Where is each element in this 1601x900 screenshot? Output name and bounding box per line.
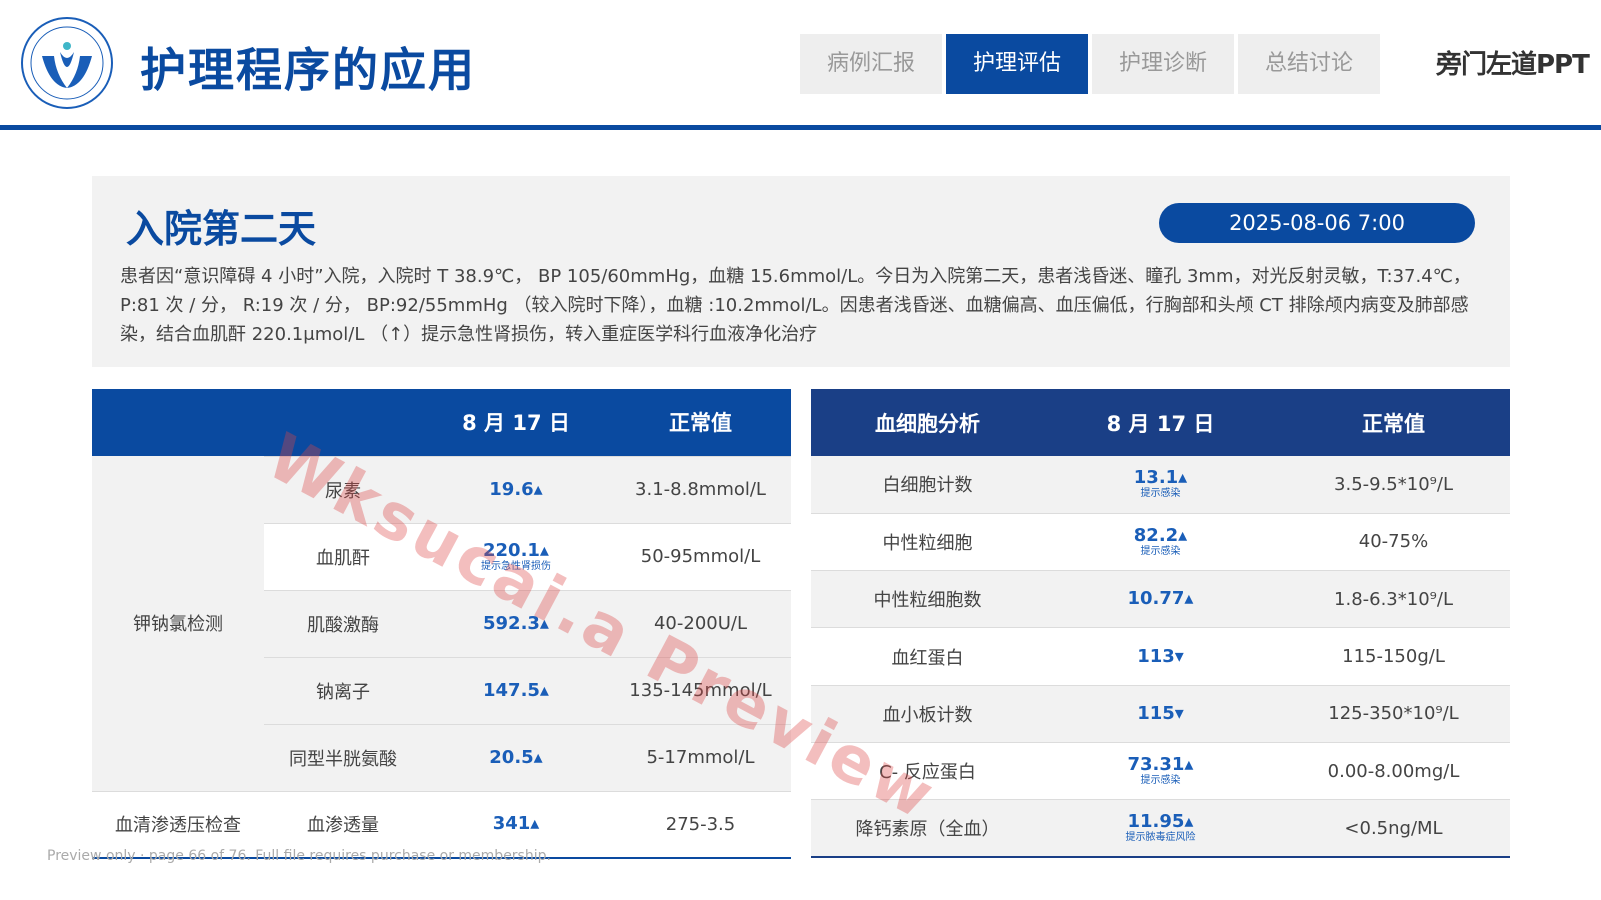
item-value: 82.2▴ xyxy=(1133,524,1188,546)
item-value: 115▾ xyxy=(1137,702,1184,724)
item-value-cell: 147.5▴ xyxy=(422,656,610,724)
item-normal: 1.8-6.3*10⁹/L xyxy=(1277,570,1510,629)
table-header xyxy=(264,389,422,456)
item-name: 中性粒细胞数 xyxy=(811,570,1044,629)
item-value: 20.5▴ xyxy=(489,746,543,768)
item-value: 592.3▴ xyxy=(483,612,549,634)
info-panel: 入院第二天 2025-08-06 7:00 患者因“意识障碍 4 小时”入院，入… xyxy=(92,176,1510,367)
item-name: 血小板计数 xyxy=(811,685,1044,743)
date-badge: 2025-08-06 7:00 xyxy=(1159,203,1475,243)
tab-case-report[interactable]: 病例汇报 xyxy=(800,34,942,94)
item-value-cell: 11.95▴ 提示脓毒症风险 xyxy=(1044,799,1277,859)
tab-summary-discussion[interactable]: 总结讨论 xyxy=(1238,34,1380,94)
table-row: 降钙素原（全血） 11.95▴ 提示脓毒症风险 <0.5ng/ML xyxy=(811,799,1510,859)
item-value: 10.77▴ xyxy=(1127,588,1194,610)
item-value-cell: 115▾ xyxy=(1044,685,1277,743)
preview-footer-note: Preview only · page 66 of 76. Full file … xyxy=(47,848,551,864)
item-normal: 5-17mmol/L xyxy=(610,723,791,791)
item-value-cell: 20.5▴ xyxy=(422,723,610,791)
item-value-cell: 13.1▴ 提示感染 xyxy=(1044,456,1277,514)
item-value-cell: 113▾ xyxy=(1044,627,1277,686)
hospital-logo-icon xyxy=(21,17,113,109)
nav-tabs: 病例汇报 护理评估 护理诊断 总结讨论 xyxy=(800,34,1380,94)
item-normal: 0.00-8.00mg/L xyxy=(1277,742,1510,801)
item-name: 同型半胱氨酸 xyxy=(264,723,422,791)
tab-nursing-diagnosis[interactable]: 护理诊断 xyxy=(1092,34,1234,94)
item-normal: 125-350*10⁹/L xyxy=(1277,685,1510,743)
tab-nursing-assessment[interactable]: 护理评估 xyxy=(946,34,1088,94)
page-title: 护理程序的应用 xyxy=(140,43,476,97)
item-normal: 3.5-9.5*10⁹/L xyxy=(1277,456,1510,514)
table-header-normal: 正常值 xyxy=(610,389,791,456)
item-note: 提示急性肾损伤 xyxy=(481,560,551,572)
biochemistry-table: 8 月 17 日 正常值 钾钠氯检测 尿素 19.6▴ 3.1-8.8mmol/… xyxy=(92,389,791,859)
header: 护理程序的应用 病例汇报 护理评估 护理诊断 总结讨论 旁门左道PPT xyxy=(0,0,1601,130)
item-value: 220.1▴ xyxy=(483,539,549,561)
item-value-cell: 220.1▴ 提示急性肾损伤 xyxy=(422,522,610,590)
item-normal: 40-75% xyxy=(1277,513,1510,572)
item-note: 提示感染 xyxy=(1140,775,1181,787)
item-note: 提示脓毒症风险 xyxy=(1125,832,1196,844)
blood-cell-table: 血细胞分析 8 月 17 日 正常值 白细胞计数 13.1▴ 提示感染 3.5-9… xyxy=(811,389,1510,859)
day-title: 入院第二天 xyxy=(126,207,317,251)
item-value-cell: 82.2▴ 提示感染 xyxy=(1044,513,1277,572)
table-header-date: 8 月 17 日 xyxy=(422,389,610,456)
item-name: 中性粒细胞 xyxy=(811,513,1044,572)
item-value-cell: 592.3▴ xyxy=(422,589,610,657)
table-row: 中性粒细胞数 10.77▴ 1.8-6.3*10⁹/L xyxy=(811,570,1510,629)
item-normal: 3.1-8.8mmol/L xyxy=(610,455,791,523)
item-note: 提示感染 xyxy=(1140,488,1181,500)
item-value: 19.6▴ xyxy=(489,478,543,500)
item-normal: 115-150g/L xyxy=(1277,627,1510,686)
item-value: 11.95▴ xyxy=(1127,811,1194,833)
table-row: C- 反应蛋白 73.31▴ 提示感染 0.00-8.00mg/L xyxy=(811,742,1510,801)
table-header-date: 8 月 17 日 xyxy=(1044,389,1277,456)
table-row: 血红蛋白 113▾ 115-150g/L xyxy=(811,627,1510,686)
brand-logo: 旁门左道PPT xyxy=(1436,50,1590,80)
item-name: 钠离子 xyxy=(264,656,422,724)
item-normal: 135-145mmol/L xyxy=(610,656,791,724)
table-header xyxy=(92,389,264,456)
item-value-cell: 19.6▴ xyxy=(422,455,610,523)
item-value: 341▴ xyxy=(492,813,540,835)
group-label: 钾钠氯检测 xyxy=(92,456,264,791)
item-normal: 40-200U/L xyxy=(610,589,791,657)
item-normal: 275-3.5 xyxy=(610,790,791,859)
item-value: 113▾ xyxy=(1137,645,1184,667)
item-name: 血肌酐 xyxy=(264,522,422,590)
item-value: 13.1▴ xyxy=(1133,467,1188,489)
item-name: 白细胞计数 xyxy=(811,456,1044,514)
item-name: 血红蛋白 xyxy=(811,627,1044,686)
item-value: 147.5▴ xyxy=(483,679,549,701)
item-name: 降钙素原（全血） xyxy=(811,799,1044,859)
item-value-cell: 73.31▴ 提示感染 xyxy=(1044,742,1277,801)
item-name: 尿素 xyxy=(264,455,422,523)
item-normal: <0.5ng/ML xyxy=(1277,799,1510,859)
table-row: 钾钠氯检测 尿素 19.6▴ 3.1-8.8mmol/L xyxy=(92,455,791,791)
item-note: 提示感染 xyxy=(1140,545,1181,557)
item-name: C- 反应蛋白 xyxy=(811,742,1044,801)
item-value: 73.31▴ xyxy=(1127,754,1194,776)
table-row: 中性粒细胞 82.2▴ 提示感染 40-75% xyxy=(811,513,1510,572)
item-name: 肌酸激酶 xyxy=(264,589,422,657)
table-row: 血小板计数 115▾ 125-350*10⁹/L xyxy=(811,685,1510,743)
case-description: 患者因“意识障碍 4 小时”入院，入院时 T 38.9℃， BP 105/60m… xyxy=(120,266,1471,345)
table-header-item: 血细胞分析 xyxy=(811,389,1044,456)
item-value-cell: 10.77▴ xyxy=(1044,570,1277,629)
table-row: 白细胞计数 13.1▴ 提示感染 3.5-9.5*10⁹/L xyxy=(811,456,1510,514)
header-divider xyxy=(0,125,1601,130)
item-normal: 50-95mmol/L xyxy=(610,522,791,590)
table-header-normal: 正常值 xyxy=(1277,389,1510,456)
